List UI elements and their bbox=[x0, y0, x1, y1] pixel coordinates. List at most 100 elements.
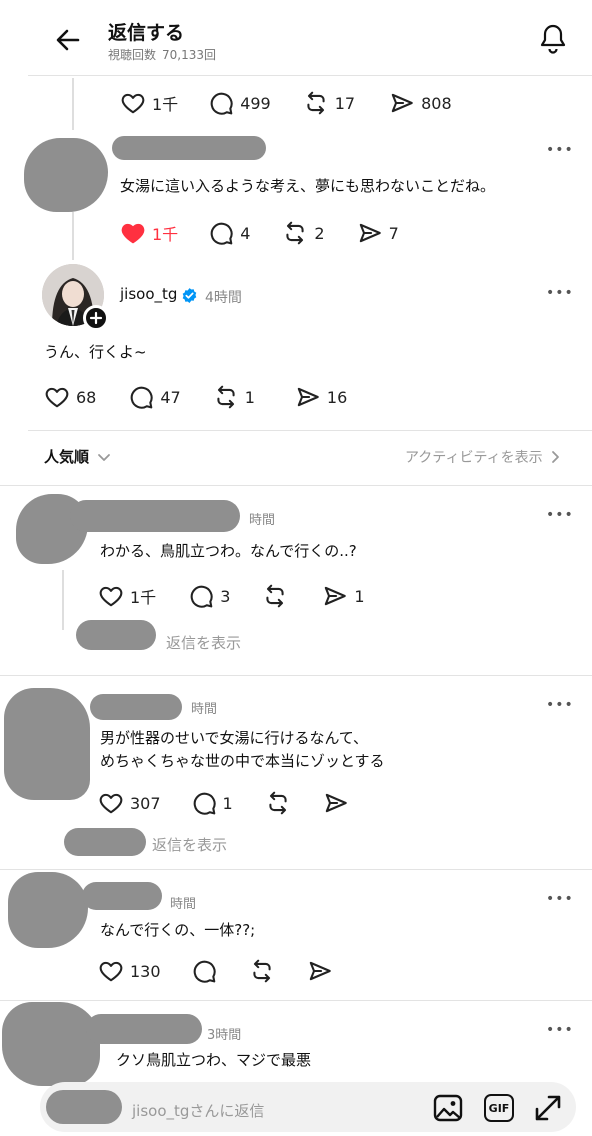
show-replies-link[interactable]: 返信を表示 bbox=[166, 632, 241, 653]
repost-icon bbox=[265, 790, 291, 816]
author-post-actions: 68 47 1 16 bbox=[44, 384, 347, 410]
more-icon[interactable]: ••• bbox=[546, 507, 574, 523]
heart-icon bbox=[98, 583, 124, 609]
heart-icon bbox=[98, 958, 124, 984]
like-button[interactable]: 1千 bbox=[120, 90, 178, 116]
like-button[interactable]: 68 bbox=[44, 384, 96, 410]
comment-divider bbox=[0, 869, 592, 870]
share-icon bbox=[307, 958, 333, 984]
share-icon bbox=[389, 90, 415, 116]
author-username[interactable]: jisoo_tg bbox=[120, 285, 177, 303]
comment-divider bbox=[0, 675, 592, 676]
redacted-username bbox=[82, 882, 162, 910]
back-arrow-icon[interactable] bbox=[52, 24, 84, 56]
redacted-username bbox=[90, 694, 182, 720]
share-button[interactable]: 1 bbox=[322, 583, 365, 609]
comment-text-line1: 男が性器のせいで女湯に行けるなんて、 bbox=[100, 729, 369, 747]
share-button[interactable]: 7 bbox=[357, 220, 399, 246]
repost-button[interactable] bbox=[262, 583, 288, 609]
view-count: 視聴回数 70,133回 bbox=[108, 48, 217, 62]
expand-icon[interactable] bbox=[532, 1092, 564, 1124]
more-icon[interactable]: ••• bbox=[546, 1022, 574, 1038]
comment-button[interactable]: 499 bbox=[208, 90, 271, 116]
image-icon[interactable] bbox=[432, 1093, 464, 1123]
show-replies-link[interactable]: 返信を表示 bbox=[152, 834, 227, 855]
verified-icon bbox=[181, 287, 198, 304]
comment-button[interactable]: 47 bbox=[128, 384, 181, 410]
redacted-avatar bbox=[8, 872, 88, 948]
comment-time: 時間 bbox=[170, 897, 197, 912]
section-divider bbox=[28, 430, 592, 431]
more-icon[interactable]: ••• bbox=[546, 891, 574, 907]
share-button[interactable] bbox=[307, 958, 333, 984]
repost-button[interactable] bbox=[249, 958, 275, 984]
comment-button[interactable]: 1 bbox=[191, 790, 233, 816]
repost-button[interactable]: 2 bbox=[282, 220, 325, 246]
more-icon[interactable]: ••• bbox=[546, 697, 574, 713]
more-icon[interactable]: ••• bbox=[546, 285, 574, 301]
comment-icon bbox=[191, 790, 217, 816]
repost-button[interactable] bbox=[265, 790, 291, 816]
heart-icon bbox=[44, 384, 70, 410]
follow-plus-icon[interactable] bbox=[83, 305, 109, 331]
repost-button[interactable]: 17 bbox=[303, 90, 355, 116]
like-button[interactable]: 130 bbox=[98, 958, 161, 984]
share-icon bbox=[295, 384, 321, 410]
reply-input[interactable]: jisoo_tgさんに返信 bbox=[132, 1100, 264, 1121]
share-button[interactable] bbox=[323, 790, 349, 816]
comment-actions: 307 1 bbox=[98, 790, 349, 816]
comment-text: わかる、鳥肌立つわ。なんで行くの..? bbox=[100, 542, 357, 560]
more-icon[interactable]: ••• bbox=[546, 142, 574, 158]
thread-line bbox=[72, 78, 74, 130]
comment-divider bbox=[0, 1000, 592, 1001]
chevron-down-icon bbox=[98, 453, 110, 461]
sort-dropdown[interactable]: 人気順 bbox=[44, 446, 113, 467]
bell-icon[interactable] bbox=[537, 22, 569, 56]
redacted-username bbox=[86, 1014, 202, 1044]
repost-button[interactable]: 1 bbox=[213, 384, 255, 410]
comment-button[interactable]: 3 bbox=[188, 583, 230, 609]
share-icon bbox=[357, 220, 383, 246]
comment-text-line2: めちゃくちゃな世の中で本当にゾッとする bbox=[100, 752, 385, 770]
redacted-avatar bbox=[24, 138, 108, 212]
share-icon bbox=[323, 790, 349, 816]
redacted-avatar bbox=[2, 1002, 100, 1086]
comment-time: 3時間 bbox=[207, 1028, 242, 1043]
activity-link[interactable]: アクティビティを表示 bbox=[405, 447, 563, 467]
repost-icon bbox=[262, 583, 288, 609]
section-divider bbox=[0, 485, 592, 486]
comment-icon bbox=[208, 220, 234, 246]
repost-icon bbox=[282, 220, 308, 246]
comment-actions: 1千 3 1 bbox=[98, 583, 365, 609]
heart-icon bbox=[98, 790, 124, 816]
comment-button[interactable]: 4 bbox=[208, 220, 250, 246]
redacted-reply-avatars bbox=[64, 828, 146, 856]
repost-icon bbox=[213, 384, 239, 410]
share-button[interactable]: 16 bbox=[295, 384, 347, 410]
redacted-username bbox=[112, 136, 266, 160]
comment-icon bbox=[208, 90, 234, 116]
like-button[interactable]: 1千 bbox=[120, 220, 178, 246]
top-post-actions: 1千 499 17 808 bbox=[120, 90, 452, 116]
comment-time: 時間 bbox=[249, 513, 276, 528]
comment-time: 時間 bbox=[191, 702, 218, 717]
share-button[interactable]: 808 bbox=[389, 90, 452, 116]
redacted-own-avatar bbox=[46, 1090, 122, 1124]
like-button[interactable]: 1千 bbox=[98, 583, 156, 609]
author-post-time: 4時間 bbox=[205, 290, 242, 306]
heart-icon bbox=[120, 220, 146, 246]
heart-icon bbox=[120, 90, 146, 116]
like-button[interactable]: 307 bbox=[98, 790, 161, 816]
gif-icon[interactable]: GIF bbox=[484, 1094, 514, 1122]
repost-icon bbox=[249, 958, 275, 984]
comment-button[interactable] bbox=[191, 958, 217, 984]
comment-text: クソ鳥肌立つわ、マジで最悪 bbox=[116, 1051, 312, 1069]
chevron-right-icon bbox=[551, 451, 559, 463]
comment-icon bbox=[128, 384, 154, 410]
redacted-avatar bbox=[4, 688, 90, 800]
redacted-reply-avatars bbox=[76, 620, 156, 650]
comment-icon bbox=[188, 583, 214, 609]
redacted-username bbox=[70, 500, 240, 532]
author-post-text: うん、行くよ~ bbox=[44, 343, 147, 361]
repost-icon bbox=[303, 90, 329, 116]
